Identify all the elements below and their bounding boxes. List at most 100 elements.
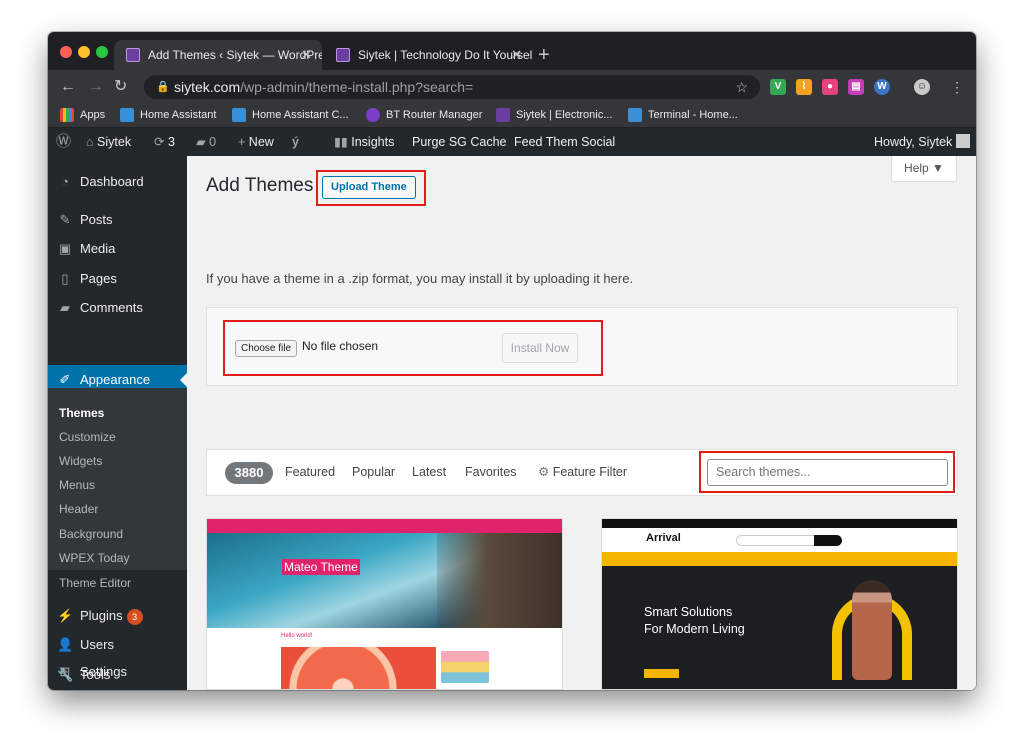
submenu-themes[interactable]: Themes xyxy=(59,404,104,422)
preview-cta-button xyxy=(644,669,679,678)
bookmarks-bar: Apps Home Assistant Home Assistant C... … xyxy=(48,104,976,128)
filter-latest[interactable]: Latest xyxy=(412,450,446,495)
help-tab-button[interactable]: Help ▼ xyxy=(891,156,957,182)
bt-icon xyxy=(366,108,380,122)
extension-icon[interactable]: ● xyxy=(822,79,838,95)
back-icon[interactable]: ← xyxy=(60,76,76,98)
submenu-menus[interactable]: Menus xyxy=(59,476,95,494)
wordpress-logo-icon[interactable]: Ⓦ xyxy=(56,128,71,156)
tab-siytek[interactable]: Siytek | Technology Do It Yourself ✕ xyxy=(324,40,532,70)
sidebar-item-dashboard[interactable]: ◔ Dashboard xyxy=(48,167,187,197)
close-tab-icon[interactable]: ✕ xyxy=(511,40,522,70)
preview-search-button xyxy=(814,535,842,546)
close-tab-icon[interactable]: ✕ xyxy=(301,40,312,70)
plugin-icon: ⚡ xyxy=(57,608,74,623)
submenu-wpex-today[interactable]: WPEX Today xyxy=(59,549,129,567)
theme-count-badge: 3880 xyxy=(225,462,273,484)
submenu-background[interactable]: Background xyxy=(59,525,123,543)
theme-name-label: Mateo Theme xyxy=(282,559,360,575)
wp-admin-bar: Ⓦ ⌂ Siytek ⟳ 3 ▰ 0 + New ý ▮▮ Insights P… xyxy=(48,128,976,156)
theme-preview-header xyxy=(207,519,562,533)
feed-them-social-link[interactable]: Feed Them Social xyxy=(514,128,615,156)
submenu-customize[interactable]: Customize xyxy=(59,428,116,446)
grapefruit-image xyxy=(281,647,436,689)
bookmark-siytek[interactable]: Siytek | Electronic... xyxy=(496,104,612,126)
insights-link[interactable]: ▮▮ Insights xyxy=(334,128,394,156)
howdy-user-link[interactable]: Howdy, Siytek xyxy=(874,128,970,156)
purge-cache-link[interactable]: Purge SG Cache xyxy=(412,128,507,156)
wordpress-extension-icon[interactable]: W xyxy=(874,79,890,95)
submenu-widgets[interactable]: Widgets xyxy=(59,452,102,470)
avatar xyxy=(955,134,970,148)
bookmark-bt-router[interactable]: BT Router Manager xyxy=(366,104,482,126)
comments-link[interactable]: ▰ 0 xyxy=(196,128,216,156)
siytek-favicon-icon xyxy=(496,108,510,122)
forward-icon[interactable]: → xyxy=(88,76,104,98)
user-icon: 👤 xyxy=(57,637,74,652)
admin-sidebar: ◔ Dashboard ✎ Posts ▣ Media ▯ Pages ▰ Comment… xyxy=(48,156,187,690)
sidebar-item-comments[interactable]: ▰ Comments xyxy=(48,293,187,323)
browser-toolbar: ← → ↻ 🔒 siytek.com/wp-admin/theme-instal… xyxy=(48,70,976,104)
filter-favorites[interactable]: Favorites xyxy=(465,450,516,495)
menu-kebab-icon[interactable]: ⋮ xyxy=(950,76,964,98)
reload-icon[interactable]: ↻ xyxy=(114,76,127,98)
home-assistant-icon xyxy=(628,108,642,122)
bookmark-home-assistant-c[interactable]: Home Assistant C... xyxy=(232,104,349,126)
settings-icon: ⊞ xyxy=(59,664,71,679)
preview-post-title: Hello world! xyxy=(281,633,313,639)
site-name-link[interactable]: ⌂ Siytek xyxy=(86,128,131,156)
extension-icon[interactable]: V xyxy=(770,79,786,95)
home-icon: ⌂ xyxy=(86,135,94,149)
page-title: Add Themes xyxy=(206,175,314,196)
theme-preview-hero: Smart Solutions For Modern Living xyxy=(602,566,957,689)
sidebar-item-users[interactable]: 👤 Users xyxy=(48,630,187,660)
new-tab-icon[interactable]: + xyxy=(538,40,550,70)
new-content-link[interactable]: + New xyxy=(238,128,274,156)
tab-strip: Add Themes ‹ Siytek — WordPress ✕ Siytek… xyxy=(48,32,976,70)
sidebar-item-plugins[interactable]: ⚡ Plugins 3 xyxy=(48,601,187,631)
address-bar[interactable]: 🔒 siytek.com/wp-admin/theme-install.php?… xyxy=(144,75,760,99)
rss-extension-icon[interactable]: ⌇ xyxy=(796,79,812,95)
bookmark-star-icon[interactable]: ☆ xyxy=(735,75,748,99)
extension-icon[interactable]: ▤ xyxy=(848,79,864,95)
close-window-button[interactable] xyxy=(60,46,72,58)
updates-link[interactable]: ⟳ 3 xyxy=(154,128,175,156)
bookmark-apps[interactable]: Apps xyxy=(60,104,105,126)
theme-preview-header: Arrival xyxy=(602,528,957,552)
maximize-window-button[interactable] xyxy=(96,46,108,58)
gear-icon: ⚙ xyxy=(538,465,550,479)
media-icon: ▣ xyxy=(58,241,72,256)
theme-card-arrival[interactable]: Arrival Smart Solutions For Modern Living xyxy=(601,518,958,690)
siytek-favicon-icon xyxy=(126,48,140,62)
tab-title: Add Themes ‹ Siytek — WordPress xyxy=(148,48,322,62)
bar-chart-icon: ▮▮ xyxy=(334,135,348,149)
theme-card-mateo[interactable]: Mateo Theme Hello world! xyxy=(206,518,563,690)
sidebar-item-settings[interactable]: ⊞ Settings xyxy=(48,657,187,687)
profile-avatar-icon[interactable]: ☺ xyxy=(914,79,930,95)
tab-title: Siytek | Technology Do It Yourself xyxy=(358,48,532,62)
url-host: siytek.com xyxy=(174,79,241,95)
yoast-icon[interactable]: ý xyxy=(292,128,299,156)
plugins-update-badge: 3 xyxy=(126,609,143,625)
siytek-favicon-icon xyxy=(336,48,350,62)
sidebar-item-posts[interactable]: ✎ Posts xyxy=(48,205,187,235)
plus-icon: + xyxy=(238,135,246,149)
tab-add-themes[interactable]: Add Themes ‹ Siytek — WordPress ✕ xyxy=(114,40,322,70)
submenu-header[interactable]: Header xyxy=(59,500,98,518)
upload-description: If you have a theme in a .zip format, yo… xyxy=(206,271,634,286)
apps-grid-icon xyxy=(60,108,74,122)
bookmark-terminal[interactable]: Terminal - Home... xyxy=(628,104,738,126)
minimize-window-button[interactable] xyxy=(78,46,90,58)
highlight-upload-form xyxy=(223,320,603,376)
sidebar-item-media[interactable]: ▣ Media xyxy=(48,234,187,264)
arrival-logo: Arrival xyxy=(646,532,681,544)
comment-icon: ▰ xyxy=(60,300,70,315)
submenu-theme-editor[interactable]: Theme Editor xyxy=(59,574,131,592)
bookmark-home-assistant[interactable]: Home Assistant xyxy=(120,104,216,126)
feature-filter-button[interactable]: ⚙ Feature Filter xyxy=(538,450,627,495)
sidebar-item-pages[interactable]: ▯ Pages xyxy=(48,264,187,294)
filter-popular[interactable]: Popular xyxy=(352,450,395,495)
preview-headline: Smart Solutions For Modern Living xyxy=(644,605,745,636)
pages-icon: ▯ xyxy=(61,271,69,286)
filter-featured[interactable]: Featured xyxy=(285,450,335,495)
